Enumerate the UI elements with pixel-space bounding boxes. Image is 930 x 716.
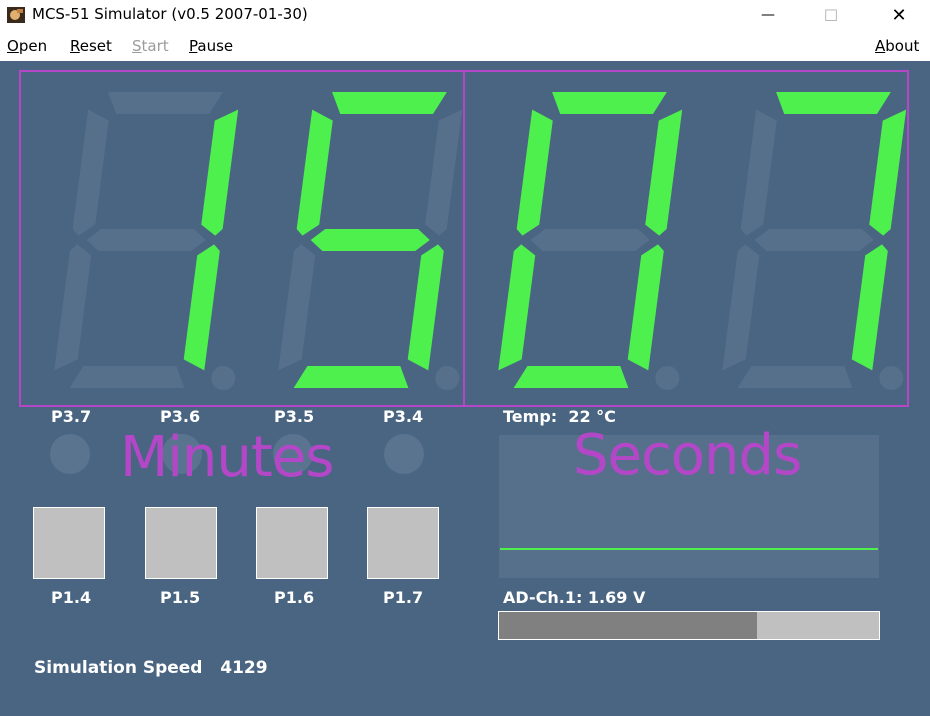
ad-slider[interactable] [498,611,880,640]
led-p3-7 [50,434,90,474]
digit-3-segment-c [627,244,664,371]
button-label-p1-4: P1.4 [51,588,92,607]
digit-4-decimal-point [879,366,904,390]
digit-2-segment-c [407,244,444,371]
temperature-line [500,548,878,550]
menu-bar: Open Reset Start Pause About [0,30,930,61]
window-title: MCS-51 Simulator (v0.5 2007-01-30) [32,5,308,23]
digit-2-segment-d [293,366,409,388]
port-label-p3-6: P3.6 [160,407,201,426]
digit-4-segment-c [851,244,888,371]
digit-1-segment-c [183,244,220,371]
digit-2-segment-e [278,244,316,371]
digit-2-segment-g [310,229,430,251]
digit-1-segment-b [201,109,239,236]
maximize-button: ☐ [808,0,854,30]
button-p1-6[interactable] [256,507,328,579]
simulation-speed: Simulation Speed 4129 [34,658,268,678]
digit-2-segment-f [296,109,333,236]
maximize-icon: ☐ [823,5,839,25]
close-icon: ✕ [891,4,907,26]
digit-3-segment-e [498,244,536,371]
digit-1-segment-d [69,366,185,388]
minutes-label: Minutes [120,425,334,490]
seven-segment-display [19,70,909,407]
menu-start: Start [132,37,169,55]
digit-3-segment-b [645,109,683,236]
button-p1-7[interactable] [367,507,439,579]
close-button[interactable]: ✕ [876,0,922,30]
digit-2-decimal-point [435,366,460,390]
button-p1-5[interactable] [145,507,217,579]
digit-3-decimal-point [655,366,680,390]
digit-3-segment-a [552,92,667,114]
led-p3-4 [384,434,424,474]
digit-2-segment-a [332,92,447,114]
digit-1-decimal-point [211,366,236,390]
menu-about[interactable]: About [875,37,919,55]
digit-4-segment-f [740,109,777,236]
digit-4-segment-e [722,244,760,371]
button-p1-4[interactable] [33,507,105,579]
menu-pause[interactable]: Pause [189,37,233,55]
digit-3-segment-g [530,229,650,251]
digit-4-segment-a [776,92,891,114]
ad-slider-fill [499,612,758,639]
minimize-button[interactable]: — [745,0,791,30]
digit-1-segment-e [54,244,92,371]
menu-reset[interactable]: Reset [70,37,112,55]
menu-open[interactable]: Open [7,37,47,55]
seconds-label: Seconds [573,423,802,488]
port-label-p3-5: P3.5 [274,407,315,426]
port-label-p3-7: P3.7 [51,407,92,426]
digit-4-segment-b [869,109,907,236]
digit-3-segment-f [516,109,553,236]
ad-channel-label: AD-Ch.1: 1.69 V [503,588,646,607]
button-label-p1-7: P1.7 [383,588,424,607]
digit-1-segment-g [86,229,206,251]
simulation-speed-value: 4129 [220,658,268,678]
button-label-p1-6: P1.6 [274,588,315,607]
button-label-p1-5: P1.5 [160,588,201,607]
digit-3-segment-d [513,366,629,388]
digit-1-segment-a [108,92,223,114]
minimize-icon: — [761,7,775,23]
digit-4-segment-d [737,366,853,388]
digit-1-segment-f [72,109,109,236]
port-label-p3-4: P3.4 [383,407,424,426]
digit-2-segment-b [425,109,463,236]
title-bar: MCS-51 Simulator (v0.5 2007-01-30) — ☐ ✕ [0,0,930,30]
digit-4-segment-g [754,229,874,251]
app-icon [7,7,25,23]
